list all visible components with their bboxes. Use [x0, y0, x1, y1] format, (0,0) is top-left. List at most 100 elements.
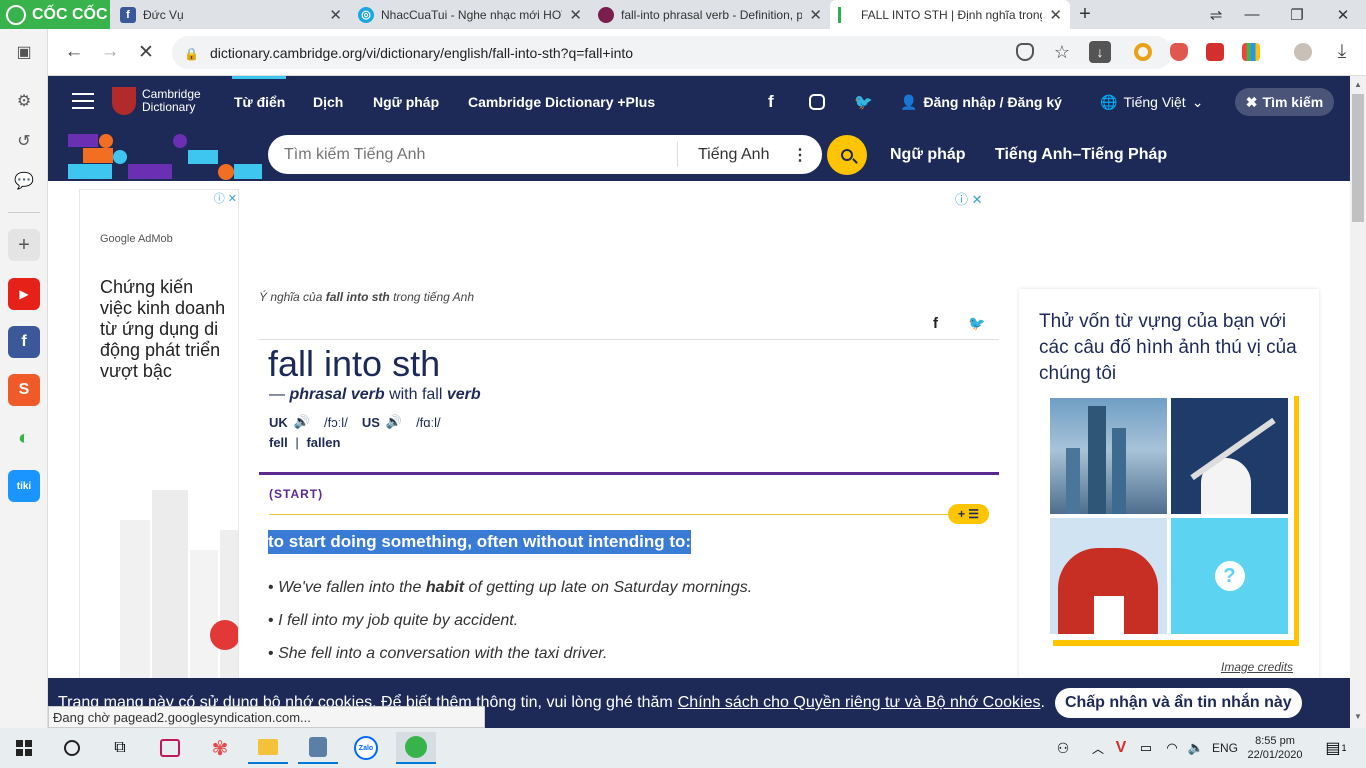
tiki-icon[interactable]: tiki: [8, 470, 40, 502]
verb-form-separator: |: [295, 435, 299, 450]
nav-grammar[interactable]: Ngữ pháp: [373, 76, 439, 128]
back-icon[interactable]: ←: [62, 40, 86, 64]
more-options-icon[interactable]: ⋮: [792, 145, 808, 165]
sub-link-english-french[interactable]: Tiếng Anh–Tiếng Pháp: [995, 128, 1167, 181]
chevron-up-icon[interactable]: ︿: [1086, 732, 1110, 764]
verb-forms: fell | fallen: [269, 435, 340, 450]
scroll-up-icon[interactable]: ▲: [1354, 80, 1362, 89]
instagram-icon[interactable]: [809, 94, 825, 110]
close-icon[interactable]: ✕: [1049, 6, 1062, 24]
windows-start-icon[interactable]: [4, 732, 44, 764]
quiz-image-skyscrapers[interactable]: [1050, 398, 1167, 514]
file-explorer-icon[interactable]: [248, 732, 288, 764]
facebook-icon[interactable]: f: [8, 326, 40, 358]
tab-nhaccuatui[interactable]: ◎ NhacCuaTui - Nghe nhạc mới HOT ✕: [350, 0, 590, 29]
search-language-selector[interactable]: Tiếng Anh: [698, 146, 769, 164]
battery-icon[interactable]: ▭: [1134, 732, 1158, 764]
youtube-icon[interactable]: ▶: [8, 278, 40, 310]
share-twitter-icon[interactable]: 🐦: [968, 315, 985, 332]
page-scrollbar[interactable]: ▲ ▼: [1350, 76, 1366, 728]
maximize-icon[interactable]: ❐: [1275, 0, 1319, 29]
forward-icon[interactable]: →: [98, 40, 122, 64]
close-icon[interactable]: ✕: [329, 6, 342, 24]
zalo-icon[interactable]: Zalo: [346, 732, 386, 764]
nav-translate[interactable]: Dịch: [313, 76, 343, 128]
nav-dictionary[interactable]: Từ điển: [234, 76, 285, 128]
language-selector[interactable]: 🌐 Tiếng Việt ⌄: [1100, 76, 1203, 128]
taskbar-app-icon[interactable]: [298, 732, 338, 764]
unikey-icon[interactable]: V: [1110, 732, 1132, 764]
input-language[interactable]: ENG: [1208, 732, 1242, 764]
wifi-icon[interactable]: ◠: [1160, 732, 1184, 764]
minimize-icon[interactable]: —: [1230, 0, 1274, 29]
cambridge-logo[interactable]: Cambridge Dictionary: [112, 87, 201, 115]
task-view-icon[interactable]: ⧉: [100, 732, 140, 764]
avatar[interactable]: [1294, 43, 1312, 61]
twitter-icon[interactable]: 🐦: [854, 76, 873, 128]
sub-link-grammar[interactable]: Ngữ pháp: [890, 128, 966, 181]
clock[interactable]: 8:55 pm 22/01/2020: [1240, 732, 1310, 764]
adblock-icon[interactable]: [1170, 43, 1188, 61]
tab-oxford[interactable]: fall-into phrasal verb - Definition, p ✕: [590, 0, 830, 29]
history-icon[interactable]: ↺: [8, 125, 40, 157]
quiz-image-unknown[interactable]: ?: [1171, 518, 1288, 634]
stop-loading-icon[interactable]: ✕: [134, 40, 158, 64]
add-shortcut-icon[interactable]: +: [8, 229, 40, 261]
taskbar-app-red-icon[interactable]: [150, 732, 190, 764]
people-icon[interactable]: ⚇: [1048, 732, 1078, 764]
taskbar-paint-icon[interactable]: ✾: [200, 732, 240, 764]
tab-cambridge[interactable]: FALL INTO STH | Định nghĩa trong ✕: [830, 0, 1070, 29]
scroll-thumb[interactable]: [1352, 94, 1364, 222]
search-button[interactable]: [827, 135, 867, 175]
notification-icon[interactable]: ▤ 1: [1318, 732, 1354, 764]
nav-plus[interactable]: Cambridge Dictionary +Plus: [468, 76, 655, 128]
menu-icon[interactable]: [72, 93, 94, 109]
shield-icon[interactable]: [1016, 43, 1034, 61]
tab-title: FALL INTO STH | Định nghĩa trong: [861, 7, 1043, 22]
share-facebook-icon[interactable]: f: [933, 315, 938, 332]
close-icon[interactable]: ✕: [809, 6, 822, 24]
settings-icon[interactable]: ⚙: [8, 85, 40, 117]
search-divider: [677, 142, 678, 167]
oxford-icon: [598, 6, 614, 23]
quiz-image-windmill[interactable]: [1171, 398, 1288, 514]
search-icon[interactable]: [52, 732, 92, 764]
extension-red-icon[interactable]: [1206, 43, 1224, 61]
cookie-policy-link[interactable]: Chính sách cho Quyền riêng tư và Bộ nhớ …: [678, 694, 1041, 712]
messenger-icon[interactable]: 💬: [8, 165, 40, 197]
tab-facebook[interactable]: f Đức Vụ ✕: [112, 0, 350, 29]
close-icon[interactable]: ✕: [569, 6, 582, 24]
ad-info-icon[interactable]: ⓘ ✕: [214, 190, 237, 206]
us-speaker-icon[interactable]: 🔊: [386, 414, 402, 430]
uk-speaker-icon[interactable]: 🔊: [294, 414, 310, 430]
login-link[interactable]: 👤 Đăng nhập / Đăng ký: [900, 76, 1062, 128]
download-icon[interactable]: ⤓: [1330, 40, 1354, 64]
search-input[interactable]: [284, 145, 684, 164]
download-manager-icon[interactable]: ↓: [1089, 41, 1111, 63]
ad-close-icon[interactable]: ⓘ ✕: [955, 189, 983, 208]
verb-form-past: fell: [269, 435, 288, 450]
example-3: • She fell into a conversation with the …: [268, 645, 608, 662]
add-to-list-button[interactable]: + ☰: [948, 504, 989, 524]
coccoc-extension-icon[interactable]: [1134, 43, 1152, 61]
accept-cookies-button[interactable]: Chấp nhận và ẩn tin nhắn này: [1054, 688, 1302, 718]
close-window-icon[interactable]: ✕: [1321, 0, 1365, 29]
volume-icon[interactable]: 🔈: [1184, 732, 1208, 764]
search-toggle-button[interactable]: ✖ Tìm kiếm: [1235, 88, 1334, 116]
sidebar-toggle-icon[interactable]: ▣: [8, 36, 40, 68]
coccoc-brand[interactable]: CỐC CỐC: [0, 0, 110, 29]
bookmark-star-icon[interactable]: ☆: [1050, 40, 1074, 64]
coccoc-taskbar-icon[interactable]: [396, 732, 436, 764]
quiz-grid[interactable]: ?: [1046, 392, 1294, 640]
coccoc-icon[interactable]: ◐: [8, 422, 40, 454]
image-credits-link[interactable]: Image credits: [1221, 660, 1293, 674]
color-extension-icon[interactable]: [1242, 43, 1260, 61]
new-tab-icon[interactable]: +: [1063, 0, 1107, 29]
us-ipa: /fɑːl/: [416, 414, 441, 430]
example-1-bold: habit: [425, 579, 465, 596]
shopee-icon[interactable]: S: [8, 374, 40, 406]
facebook-icon[interactable]: f: [768, 76, 774, 128]
scroll-down-icon[interactable]: ▼: [1354, 712, 1362, 721]
quiz-image-barn[interactable]: [1050, 518, 1167, 634]
left-advertisement[interactable]: ⓘ ✕ Google AdMob Chứng kiến việc kinh do…: [79, 189, 239, 681]
